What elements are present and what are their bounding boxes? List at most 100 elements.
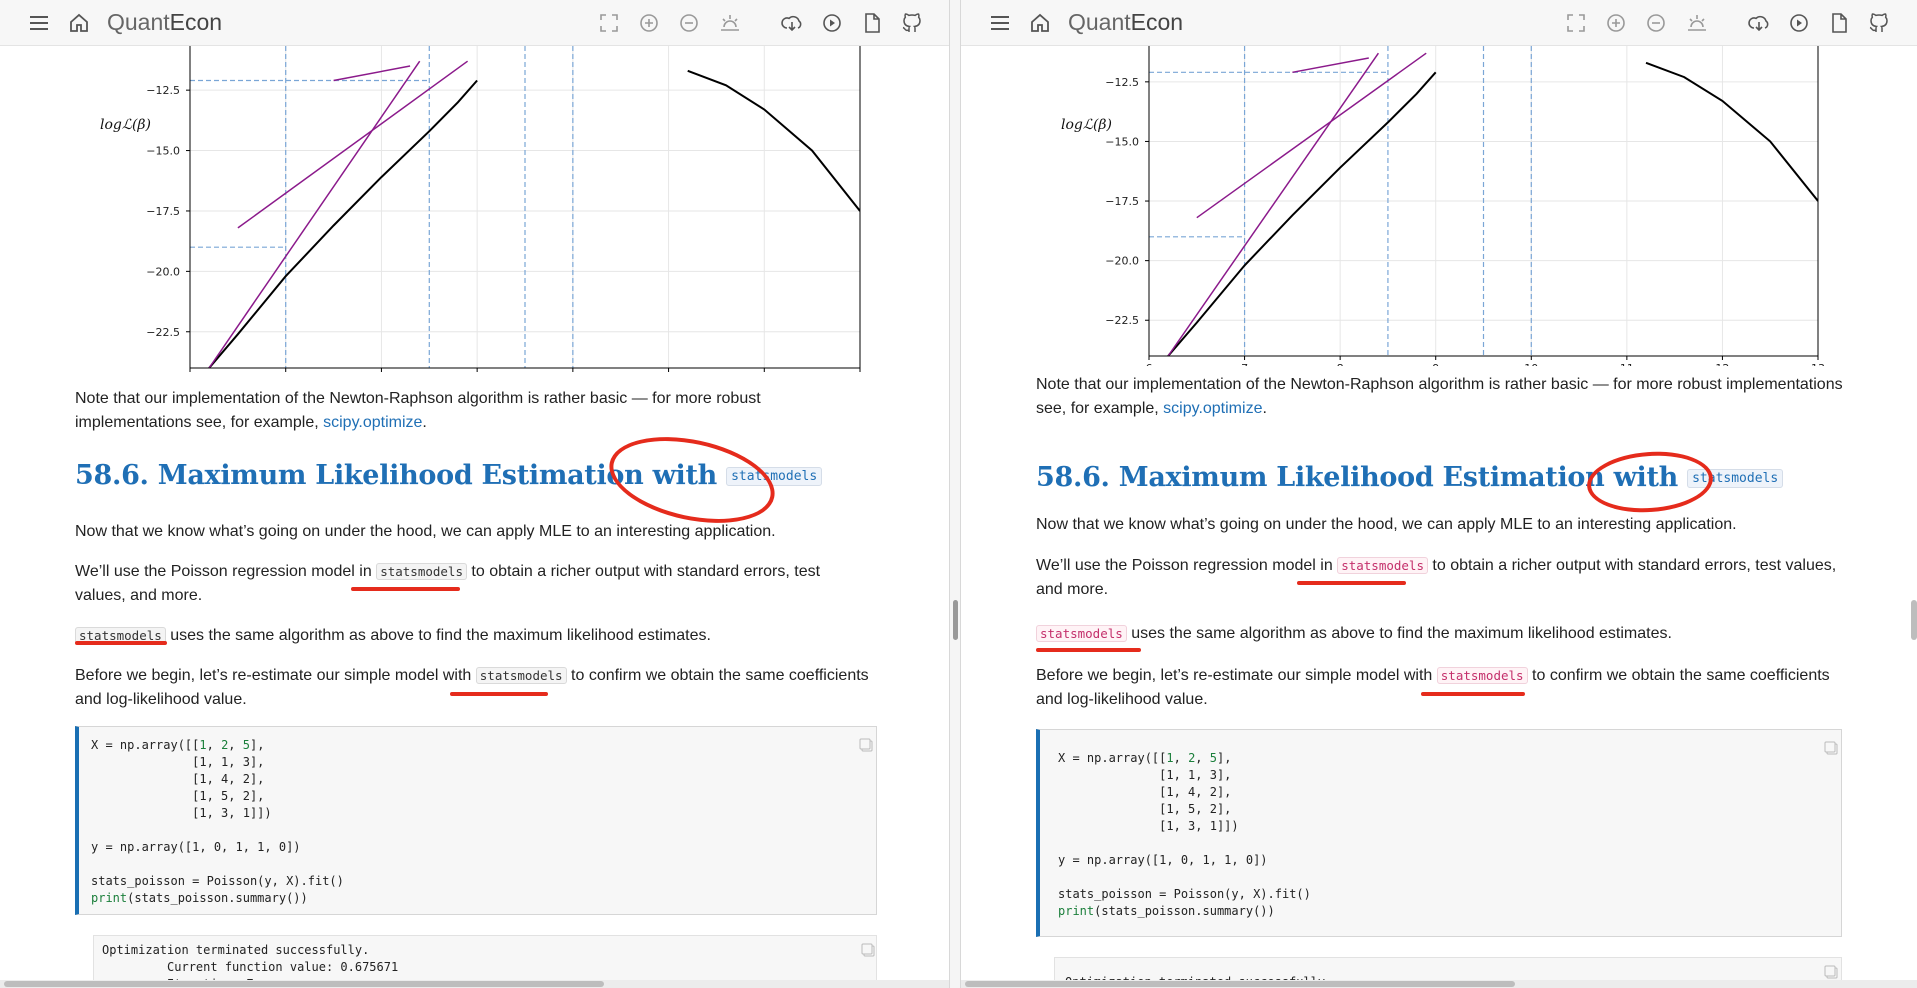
- series-line-3: [1292, 57, 1369, 74]
- note-end: .: [422, 414, 427, 431]
- horizontal-scrollbar[interactable]: [0, 980, 949, 988]
- copy-icon[interactable]: [858, 737, 874, 753]
- y-axis-label: logℒ(β): [1061, 117, 1112, 133]
- y-tick-label: −17.5: [146, 205, 180, 218]
- download-icon[interactable]: [780, 11, 804, 35]
- copy-icon[interactable]: [1823, 740, 1839, 756]
- y-tick-label: −17.5: [1105, 195, 1139, 208]
- note-paragraph: Note that our implementation of the Newt…: [1036, 373, 1846, 421]
- annotation-underline: [1036, 648, 1141, 652]
- x-tick-label: 6: [187, 374, 194, 376]
- y-tick-label: −22.5: [146, 326, 180, 339]
- scroll-thumb[interactable]: [4, 981, 604, 987]
- x-tick-label: 11: [662, 374, 676, 376]
- p3-code: statsmodels: [1036, 625, 1127, 642]
- dark-mode-icon[interactable]: [1685, 11, 1709, 35]
- left-pane[interactable]: QuantEcon 6 7 8 9 10 11 12 13 −12.5 −15.0 −17.5 −20…: [0, 0, 949, 988]
- p3-text: uses the same algorithm as above to find…: [1126, 625, 1672, 642]
- launch-notebook-icon[interactable]: [1787, 11, 1811, 35]
- pane-divider[interactable]: [949, 0, 961, 988]
- y-tick-label: −20.0: [146, 265, 180, 278]
- home-icon[interactable]: [67, 11, 91, 35]
- code-block: X = np.array([[1, 2, 5], [1, 1, 3], [1, …: [91, 738, 344, 905]
- p4-code: statsmodels: [1436, 667, 1528, 684]
- x-tick-label: 7: [282, 374, 289, 376]
- p2-code: statsmodels: [1337, 557, 1428, 574]
- divider-grip[interactable]: [953, 600, 958, 640]
- x-tick-label: 10: [566, 374, 580, 376]
- x-tick-label: 7: [1241, 362, 1248, 366]
- brand-logo[interactable]: QuantEcon: [1068, 9, 1183, 36]
- series-line-1: [1645, 61, 1818, 202]
- series-line-0: [208, 79, 478, 368]
- series-line-4: [208, 60, 421, 368]
- vertical-scroll-thumb[interactable]: [1911, 600, 1917, 640]
- y-tick-label: −20.0: [1105, 255, 1139, 268]
- scipy-optimize-link[interactable]: scipy.optimize: [1163, 400, 1262, 417]
- x-tick-label: 8: [1337, 362, 1344, 366]
- zoom-out-icon[interactable]: [1644, 11, 1668, 35]
- copy-icon[interactable]: [860, 942, 876, 958]
- paragraph-3: statsmodels uses the same algorithm as a…: [75, 624, 875, 648]
- horizontal-scrollbar[interactable]: [961, 980, 1917, 988]
- x-tick-label: 8: [378, 374, 385, 376]
- paragraph-2: We’ll use the Poisson regression model i…: [1036, 554, 1846, 602]
- zoom-in-icon[interactable]: [1604, 11, 1628, 35]
- annotation-underline: [351, 587, 460, 591]
- note-text: Note that our implementation of the Newt…: [1036, 376, 1843, 417]
- copy-icon[interactable]: [1823, 964, 1839, 980]
- fullscreen-icon[interactable]: [597, 11, 621, 35]
- chart-svg: 6 7 8 9 10 11 12 13 −12.5 −15.0 −17.5 −20.0 −22.5 log…: [100, 46, 867, 376]
- series-line-2: [1196, 52, 1427, 219]
- y-tick-label: −12.5: [146, 84, 180, 97]
- brand-logo[interactable]: QuantEcon: [107, 9, 222, 36]
- heading-text: 58.6. Maximum Likelihood Estimation with: [1036, 462, 1678, 493]
- y-tick-label: −12.5: [1105, 76, 1139, 89]
- code-cell[interactable]: X = np.array([[1, 2, 5], [1, 1, 3], [1, …: [1036, 729, 1842, 937]
- right-pane[interactable]: QuantEcon 6 7 8 9 10 11 12 13 −12.5 −15.0 −17.5 −20…: [961, 0, 1917, 988]
- series-line-0: [1167, 71, 1437, 356]
- x-tick-label: 9: [474, 374, 481, 376]
- zoom-in-icon[interactable]: [637, 11, 661, 35]
- launch-notebook-icon[interactable]: [820, 11, 844, 35]
- likelihood-chart: 6 7 8 9 10 11 12 13 −12.5 −15.0 −17.5 −20.0 −22.5 log…: [961, 46, 1917, 366]
- toolbar: QuantEcon: [961, 0, 1917, 46]
- annotation-underline: [1297, 581, 1406, 585]
- paragraph-4: Before we begin, let’s re-estimate our s…: [1036, 664, 1846, 712]
- series-line-2: [237, 60, 469, 229]
- scipy-optimize-link[interactable]: scipy.optimize: [323, 414, 422, 431]
- paragraph-4: Before we begin, let’s re-estimate our s…: [75, 664, 875, 712]
- p3-text: uses the same algorithm as above to find…: [165, 627, 711, 644]
- github-icon[interactable]: [1867, 11, 1891, 35]
- pdf-icon[interactable]: [860, 11, 884, 35]
- paragraph-2: We’ll use the Poisson regression model i…: [75, 560, 875, 608]
- y-tick-label: −15.0: [146, 145, 180, 158]
- x-tick-label: 6: [1146, 362, 1153, 366]
- chart-svg: 6 7 8 9 10 11 12 13 −12.5 −15.0 −17.5 −20.0 −22.5 log…: [1061, 46, 1825, 366]
- p4-code: statsmodels: [475, 667, 567, 684]
- brand-quant: Quant: [1068, 9, 1131, 35]
- zoom-out-icon[interactable]: [677, 11, 701, 35]
- menu-icon[interactable]: [988, 11, 1012, 35]
- x-tick-label: 10: [1524, 362, 1538, 366]
- github-icon[interactable]: [900, 11, 924, 35]
- brand-econ: Econ: [1130, 9, 1184, 35]
- fullscreen-icon[interactable]: [1564, 11, 1588, 35]
- scroll-thumb[interactable]: [965, 981, 1515, 987]
- x-tick-label: 9: [1432, 362, 1439, 366]
- toolbar: QuantEcon: [0, 0, 949, 46]
- annotation-underline: [1421, 692, 1525, 696]
- download-icon[interactable]: [1747, 11, 1771, 35]
- brand-econ: Econ: [169, 9, 223, 35]
- annotation-circle: [1585, 447, 1715, 517]
- pdf-icon[interactable]: [1827, 11, 1851, 35]
- note-end: .: [1262, 400, 1267, 417]
- x-tick-label: 12: [1715, 362, 1729, 366]
- series-line-3: [333, 65, 411, 82]
- code-cell[interactable]: X = np.array([[1, 2, 5], [1, 1, 3], [1, …: [75, 726, 877, 915]
- code-block: X = np.array([[1, 2, 5], [1, 1, 3], [1, …: [1058, 751, 1311, 918]
- menu-icon[interactable]: [27, 11, 51, 35]
- series-line-4: [1167, 52, 1380, 356]
- dark-mode-icon[interactable]: [718, 11, 742, 35]
- home-icon[interactable]: [1028, 11, 1052, 35]
